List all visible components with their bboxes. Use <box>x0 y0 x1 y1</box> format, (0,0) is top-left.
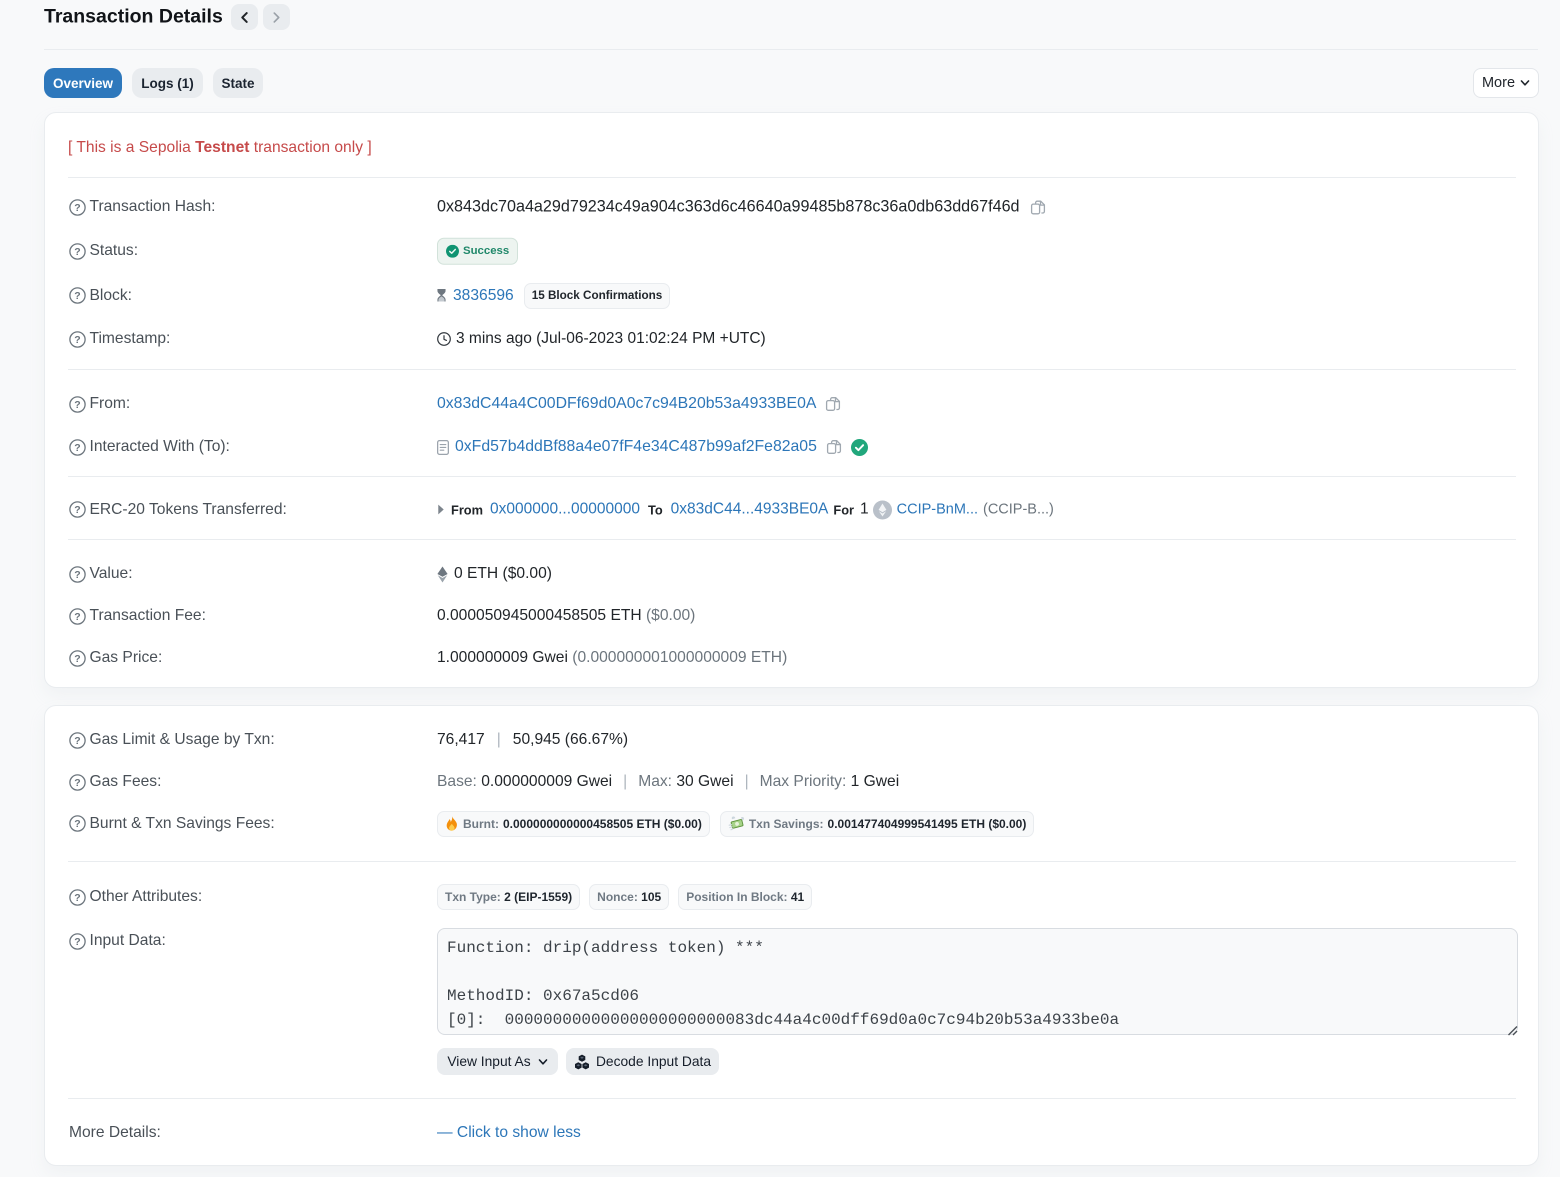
svg-text:?: ? <box>74 504 80 516</box>
svg-text:?: ? <box>74 735 80 747</box>
svg-text:?: ? <box>74 290 80 302</box>
svg-text:?: ? <box>74 892 80 904</box>
svg-text:?: ? <box>74 246 80 258</box>
svg-text:?: ? <box>74 611 80 623</box>
svg-text:?: ? <box>74 334 80 346</box>
svg-text:?: ? <box>74 936 80 948</box>
svg-text:?: ? <box>74 399 80 411</box>
svg-text:?: ? <box>74 653 80 665</box>
svg-text:?: ? <box>74 818 80 830</box>
svg-text:?: ? <box>74 569 80 581</box>
svg-text:?: ? <box>74 442 80 454</box>
svg-text:?: ? <box>74 777 80 789</box>
svg-text:?: ? <box>74 202 80 214</box>
